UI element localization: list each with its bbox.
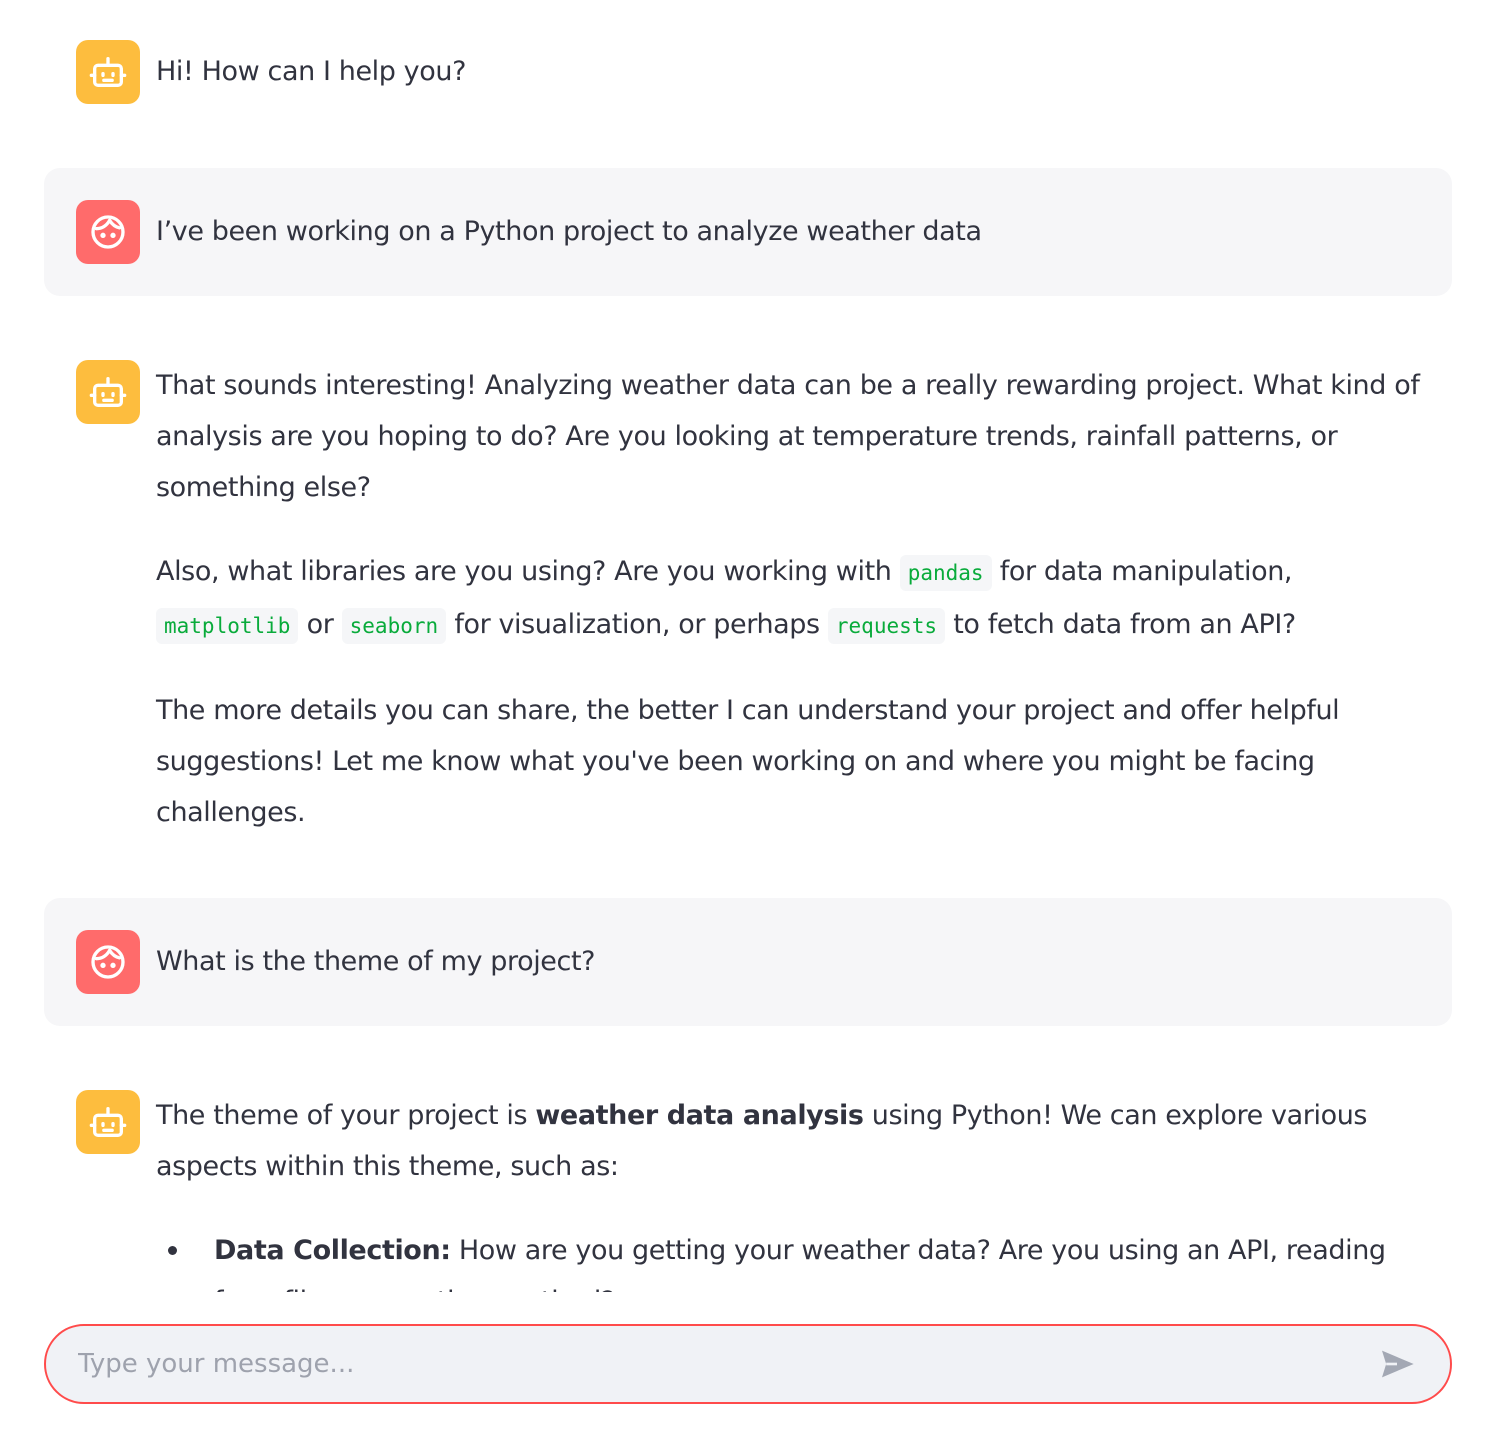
message-text: I’ve been working on a Python project to…	[156, 216, 982, 247]
bold-text: weather data analysis	[535, 1100, 864, 1131]
message-text: The theme of your project is weather dat…	[156, 1090, 1420, 1292]
chat-history[interactable]: Hi! How can I help you? I’ve been workin…	[0, 0, 1496, 1292]
user-message: I’ve been working on a Python project to…	[44, 168, 1452, 296]
face-icon	[91, 215, 125, 249]
assistant-avatar	[76, 40, 140, 104]
assistant-message: The theme of your project is weather dat…	[44, 1090, 1452, 1292]
message-paragraph: That sounds interesting! Analyzing weath…	[156, 370, 1420, 503]
message-text: That sounds interesting! Analyzing weath…	[156, 360, 1420, 838]
message-text: Hi! How can I help you?	[156, 56, 467, 87]
message-text: What is the theme of my project?	[156, 946, 596, 977]
chat-input-container[interactable]	[44, 1324, 1452, 1404]
robot-icon	[89, 1107, 127, 1137]
assistant-message: That sounds interesting! Analyzing weath…	[44, 360, 1452, 838]
assistant-avatar	[76, 360, 140, 424]
inline-code: pandas	[899, 555, 992, 591]
inline-code: requests	[827, 608, 946, 644]
send-button[interactable]	[1376, 1343, 1418, 1385]
bullet-list: Data Collection: How are you getting you…	[156, 1225, 1420, 1292]
list-item: Data Collection: How are you getting you…	[156, 1225, 1420, 1292]
user-avatar	[76, 930, 140, 994]
message-paragraph: Also, what libraries are you using? Are …	[156, 546, 1420, 652]
chat-input[interactable]	[78, 1349, 1376, 1379]
assistant-avatar	[76, 1090, 140, 1154]
message-paragraph: The theme of your project is weather dat…	[156, 1100, 1368, 1182]
robot-icon	[89, 377, 127, 407]
face-icon	[91, 945, 125, 979]
user-message: What is the theme of my project?	[44, 898, 1452, 1026]
send-icon	[1382, 1350, 1414, 1378]
inline-code: seaborn	[341, 608, 447, 644]
user-avatar	[76, 200, 140, 264]
assistant-message: Hi! How can I help you?	[44, 40, 1452, 104]
robot-icon	[89, 57, 127, 88]
inline-code: matplotlib	[156, 608, 299, 644]
message-paragraph: The more details you can share, the bett…	[156, 695, 1340, 828]
